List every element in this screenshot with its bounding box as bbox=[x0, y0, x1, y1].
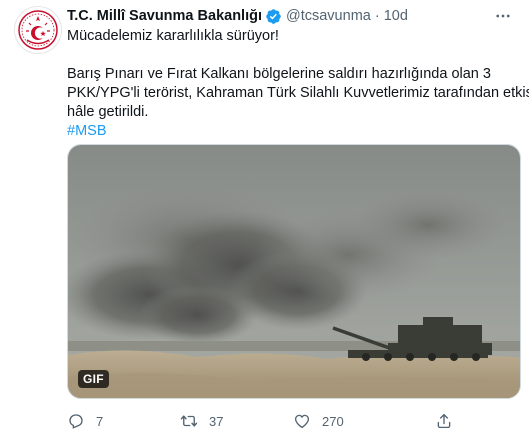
retweet-button[interactable]: 37 bbox=[180, 410, 223, 432]
reply-count: 7 bbox=[96, 413, 104, 429]
heart-icon bbox=[293, 412, 311, 430]
like-count: 270 bbox=[322, 413, 344, 429]
avatar[interactable] bbox=[14, 6, 62, 54]
separator-dot: · bbox=[374, 8, 380, 24]
tweet-text: Mücadelemiz kararlılıkla sürüyor! Barış … bbox=[67, 27, 529, 141]
gif-badge: GIF bbox=[78, 370, 109, 388]
tweet-media-gif[interactable]: GIF bbox=[67, 144, 521, 399]
tweet-header: T.C. Millî Savunma Bakanlığı @tcsavunma … bbox=[67, 6, 408, 26]
msb-logo-icon bbox=[18, 10, 58, 50]
share-icon bbox=[435, 412, 453, 430]
tweet-text-line: Mücadelemiz kararlılıkla sürüyor! bbox=[67, 28, 279, 44]
verified-badge-icon bbox=[265, 8, 282, 25]
artillery-smoke-image bbox=[68, 145, 520, 398]
reply-icon bbox=[67, 412, 85, 430]
retweet-count: 37 bbox=[209, 413, 224, 429]
more-icon[interactable] bbox=[493, 6, 513, 26]
retweet-icon bbox=[180, 412, 198, 430]
display-name[interactable]: T.C. Millî Savunma Bakanlığı bbox=[67, 8, 262, 24]
hashtag-link[interactable]: #MSB bbox=[67, 122, 507, 141]
like-button[interactable]: 270 bbox=[293, 410, 344, 432]
reply-button[interactable]: 7 bbox=[67, 410, 103, 432]
tweet-actions: 7 37 270 bbox=[67, 410, 521, 432]
timestamp[interactable]: 10d bbox=[384, 8, 408, 24]
tweet-card[interactable]: T.C. Millî Savunma Bakanlığı @tcsavunma … bbox=[0, 0, 529, 439]
tweet-text-line: PKK/YPG'li terörist, Kahraman Türk Silah… bbox=[67, 85, 529, 101]
user-handle[interactable]: @tcsavunma bbox=[286, 8, 371, 24]
tweet-text-line: hâle getirildi. bbox=[67, 104, 149, 120]
share-button[interactable] bbox=[435, 410, 453, 432]
tweet-text-line: Barış Pınarı ve Fırat Kalkanı bölgelerin… bbox=[67, 66, 491, 82]
